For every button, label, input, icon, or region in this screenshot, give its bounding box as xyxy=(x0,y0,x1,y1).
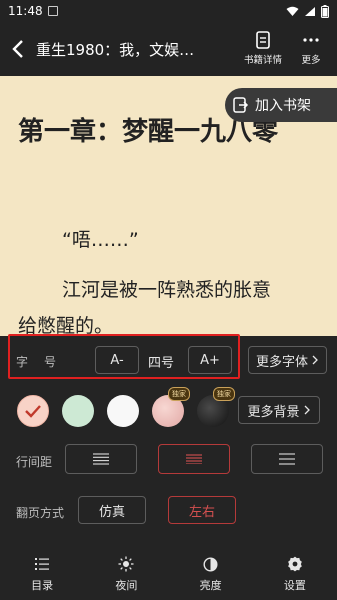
nav-brightness[interactable]: 亮度 xyxy=(169,548,253,600)
add-shelf-label: 加入书架 xyxy=(255,98,311,114)
nav-label: 亮度 xyxy=(199,579,222,592)
page-turn-label: 翻页方式 xyxy=(16,506,65,520)
line-spacing-icon xyxy=(186,454,202,464)
chevron-right-icon xyxy=(304,405,310,415)
exclusive-badge: 独家 xyxy=(168,387,190,401)
line-spacing-icon xyxy=(93,453,109,465)
book-title: 重生1980：我，文娱… xyxy=(36,40,195,59)
line-spacing-narrow[interactable] xyxy=(251,444,323,474)
more-bg-label: 更多背景 xyxy=(247,404,300,420)
font-increase-button[interactable]: A+ xyxy=(188,346,232,374)
book-detail-label: 书籍详情 xyxy=(243,55,282,66)
bottom-nav: 目录 夜间 亮度 设置 xyxy=(0,548,337,600)
more-fonts-button[interactable]: 更多字体 xyxy=(248,346,327,374)
document-icon xyxy=(256,30,270,50)
book-detail-button[interactable]: 书籍详情 xyxy=(238,30,288,66)
font-decrease-button[interactable]: A- xyxy=(95,346,139,374)
list-icon xyxy=(35,555,50,573)
more-button[interactable]: 更多 xyxy=(290,30,332,66)
more-label: 更多 xyxy=(301,55,321,66)
status-icons xyxy=(286,4,329,18)
bg-swatch-floral[interactable]: 独家 xyxy=(152,387,190,427)
exclusive-badge: 独家 xyxy=(213,387,235,401)
bg-swatch-white[interactable] xyxy=(107,395,139,427)
battery-icon xyxy=(321,4,329,18)
line-spacing-wide[interactable] xyxy=(65,444,137,474)
contrast-icon xyxy=(203,555,218,573)
nav-label: 设置 xyxy=(283,579,306,592)
paragraph: 给憋醒的。 xyxy=(18,315,114,336)
font-size-label: 字 号 xyxy=(16,355,59,369)
notification-icon xyxy=(47,6,58,16)
bg-swatch-green[interactable] xyxy=(62,395,94,427)
check-icon xyxy=(25,405,41,418)
reader-header: 重生1980：我，文娱… 书籍详情 更多 xyxy=(0,22,337,76)
signal-icon xyxy=(305,6,315,16)
bg-swatch-pink[interactable] xyxy=(17,395,49,427)
add-shelf-icon xyxy=(233,97,249,113)
nav-settings[interactable]: 设置 xyxy=(253,548,337,600)
add-to-shelf-button[interactable]: 加入书架 xyxy=(225,88,337,122)
font-size-value: 四号 xyxy=(148,356,175,371)
more-backgrounds-button[interactable]: 更多背景 xyxy=(238,396,320,424)
wifi-icon xyxy=(286,6,299,16)
chevron-right-icon xyxy=(312,355,318,365)
back-icon[interactable] xyxy=(0,22,36,76)
reading-area[interactable]: 第一章：梦醒一九八零 “唔……” 江河是被一阵熟悉的胀意 给憋醒的。 加入书架 xyxy=(0,76,337,336)
more-dots-icon xyxy=(303,30,319,50)
more-fonts-label: 更多字体 xyxy=(255,354,308,370)
status-bar: 11:48 xyxy=(0,0,337,22)
page-turn-simulation[interactable]: 仿真 xyxy=(78,496,146,524)
nav-catalog[interactable]: 目录 xyxy=(0,548,84,600)
paragraph: 江河是被一阵熟悉的胀意 xyxy=(62,279,272,301)
line-spacing-label: 行间距 xyxy=(16,455,53,469)
nav-label: 夜间 xyxy=(115,579,138,592)
gear-icon xyxy=(287,555,303,573)
paragraph: “唔……” xyxy=(62,229,139,251)
line-spacing-medium[interactable] xyxy=(158,444,230,474)
line-spacing-icon xyxy=(279,453,295,465)
page-turn-slide[interactable]: 左右 xyxy=(168,496,236,524)
nav-label: 目录 xyxy=(31,579,54,592)
nav-night[interactable]: 夜间 xyxy=(84,548,168,600)
status-time: 11:48 xyxy=(8,4,43,18)
sun-icon xyxy=(118,555,134,573)
bg-swatch-dark[interactable]: 独家 xyxy=(197,387,235,427)
